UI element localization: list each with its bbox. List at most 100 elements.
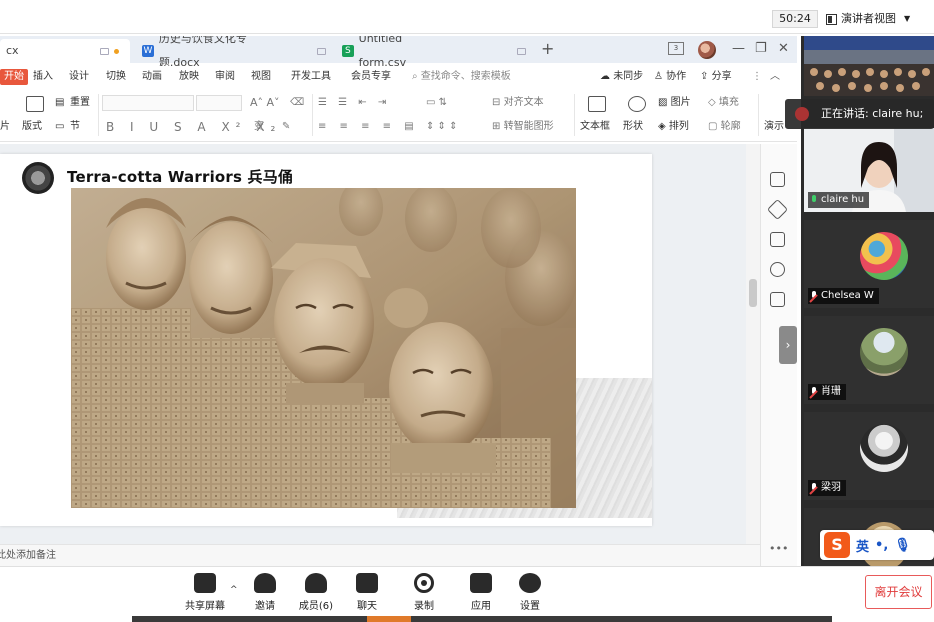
participant-tile-liangyu[interactable]: 梁羽 (804, 412, 934, 500)
menu-developer[interactable]: 开发工具 (291, 69, 331, 85)
sheet-doc-icon: S (342, 45, 354, 57)
mic-muted-icon (810, 482, 818, 494)
textbox-button[interactable]: 文本框 (580, 120, 610, 134)
collapse-panel-button[interactable]: › (779, 326, 797, 364)
menu-design[interactable]: 设计 (69, 69, 89, 85)
scrollbar-thumb[interactable] (749, 279, 757, 307)
settings-button[interactable]: 设置 (505, 573, 555, 612)
slide-title[interactable]: Terra-cotta Warriors 兵马俑 (67, 166, 293, 187)
ribbon-toolbar: 片 版式 ▤ 重置 ▭ 节 A˄ A˅ ⌫ B I U S A X² X₂ 变 … (0, 90, 797, 142)
slide[interactable]: Terra-cotta Warriors 兵马俑 (0, 154, 652, 526)
more-icon[interactable]: ⋮ (752, 69, 762, 85)
chat-button[interactable]: 聊天 (342, 573, 392, 612)
members-icon (305, 573, 327, 593)
presenter-view-dropdown[interactable]: 演讲者视图 ▼ (826, 9, 930, 29)
char-spacing-icon[interactable]: 变 (254, 120, 264, 134)
participant-name-tag: 肖珊 (808, 384, 846, 400)
minimize-icon[interactable]: — (732, 40, 745, 58)
font-size-select[interactable] (196, 95, 242, 111)
font-size-increase-icon[interactable]: A˄ A˅ (250, 96, 280, 110)
share-button[interactable]: ⇪ 分享 (700, 69, 732, 85)
picture-button[interactable]: ▨ 图片 (658, 96, 691, 110)
participant-tile-xiaoshan[interactable]: 肖珊 (804, 316, 934, 404)
shape-button[interactable]: 形状 (623, 120, 643, 134)
shape-icon[interactable] (628, 96, 646, 112)
sliders-icon[interactable] (770, 172, 785, 187)
mic-muted-icon (810, 290, 818, 302)
apps-grid-icon (470, 573, 492, 593)
pin-icon[interactable] (99, 47, 109, 55)
menu-start[interactable]: 开始 (0, 69, 28, 85)
input-method-toolbar[interactable]: S 英 •, 🎙 (820, 530, 934, 560)
sync-status[interactable]: ☁ 未同步 (600, 69, 643, 85)
leave-meeting-button[interactable]: 离开会议 (865, 575, 932, 609)
chevron-up-icon[interactable]: ^ (230, 585, 238, 595)
tab-csv[interactable]: S Untitled form.csv (336, 36, 526, 69)
smart-shape-button[interactable]: ⊞ 转智能图形 (492, 120, 554, 134)
avatar[interactable] (698, 41, 716, 59)
section-button[interactable]: 节 (70, 120, 80, 134)
image-tool-icon[interactable] (770, 292, 785, 307)
outline-icon: ▢ (708, 121, 718, 132)
arrange-button[interactable]: ◈ 排列 (658, 120, 689, 134)
apps-button[interactable]: 应用 (456, 573, 506, 612)
pin-icon[interactable] (317, 47, 327, 55)
meeting-timer: 50:24 (772, 10, 818, 28)
font-family-select[interactable] (102, 95, 194, 111)
help-icon[interactable] (770, 262, 785, 277)
section-icon[interactable]: ▭ (55, 120, 64, 134)
menu-transition[interactable]: 切换 (106, 69, 126, 85)
present-button[interactable]: 演示 (764, 120, 784, 134)
chevron-up-icon[interactable]: ︿ (770, 69, 780, 85)
record-button[interactable]: 录制 (399, 573, 449, 612)
tab-current-presentation[interactable]: cx (0, 39, 130, 63)
menu-animation[interactable]: 动画 (142, 69, 162, 85)
reset-button[interactable]: 重置 (70, 96, 90, 110)
clear-format-icon[interactable]: ⌫ (290, 96, 304, 110)
ime-language-toggle[interactable]: 英 (856, 536, 869, 555)
list-icons[interactable]: ☰ ☰ ⇤ ⇥ (318, 96, 390, 110)
tab-docx[interactable]: W 历史与饮食文化专题.docx (136, 36, 327, 69)
pin-tool-icon[interactable] (766, 198, 789, 221)
pin-icon[interactable] (517, 47, 526, 55)
restore-icon[interactable]: ❐ (755, 40, 767, 58)
menu-view[interactable]: 视图 (251, 69, 271, 85)
textbox-icon[interactable] (588, 96, 606, 112)
menu-insert[interactable]: 插入 (33, 69, 53, 85)
members-button[interactable]: 成员(6) (291, 573, 341, 612)
copy-icon[interactable] (770, 232, 785, 247)
invite-button[interactable]: 邀请 (240, 573, 290, 612)
participant-tile-chelsea[interactable]: Chelsea W (804, 220, 934, 308)
voice-input-icon[interactable]: 🎙 (894, 538, 911, 553)
close-icon[interactable]: ✕ (778, 40, 789, 58)
window-layout-icon[interactable]: 3 (668, 42, 684, 55)
add-tab-button[interactable]: + (541, 39, 554, 59)
share-screen-button[interactable]: 共享屏幕 (180, 573, 230, 612)
align-icons[interactable]: ≡ ≡ ≡ ≡ ▤ (318, 120, 419, 134)
line-spacing-icon[interactable]: ⇕ ⇕ ⇕ (426, 120, 458, 134)
wps-presentation-window: cx W 历史与饮食文化专题.docx S Untitled form.csv … (0, 36, 797, 566)
text-direction-icon[interactable]: ▭ ⇅ (426, 96, 447, 110)
outline-button[interactable]: ▢ 轮廓 (708, 120, 741, 134)
notes-area[interactable]: 单击此处添加备注 (0, 544, 760, 566)
layout-button[interactable]: 版式 (22, 120, 42, 134)
fill-button[interactable]: ◇ 填充 (708, 96, 739, 110)
menu-slideshow[interactable]: 放映 (179, 69, 199, 85)
reset-icon[interactable]: ▤ (55, 96, 64, 110)
menu-review[interactable]: 审阅 (215, 69, 235, 85)
menu-member[interactable]: 会员专享 (351, 69, 391, 85)
fill-label: 填充 (718, 97, 739, 108)
terracotta-warriors-image[interactable] (71, 188, 576, 508)
punctuation-icon[interactable]: •, (875, 538, 888, 553)
vertical-scrollbar[interactable] (746, 144, 760, 544)
more-tools-icon[interactable]: ••• (769, 542, 788, 555)
collab-button[interactable]: ♙ 协作 (654, 69, 686, 85)
meeting-toolbar: 共享屏幕 ^ 邀请 成员(6) 聊天 录制 应用 设置 离开会议 (0, 566, 934, 622)
participant-tile-claire[interactable]: claire hu (804, 128, 934, 212)
highlight-icon[interactable]: ✎ (282, 120, 290, 134)
command-search[interactable]: ⌕ 查找命令、搜索模板 (412, 69, 511, 85)
shared-video-tile[interactable] (804, 36, 934, 96)
word-doc-icon: W (142, 45, 154, 57)
align-text-button[interactable]: ⊟ 对齐文本 (492, 96, 544, 110)
layout-grid-icon[interactable] (26, 96, 44, 112)
